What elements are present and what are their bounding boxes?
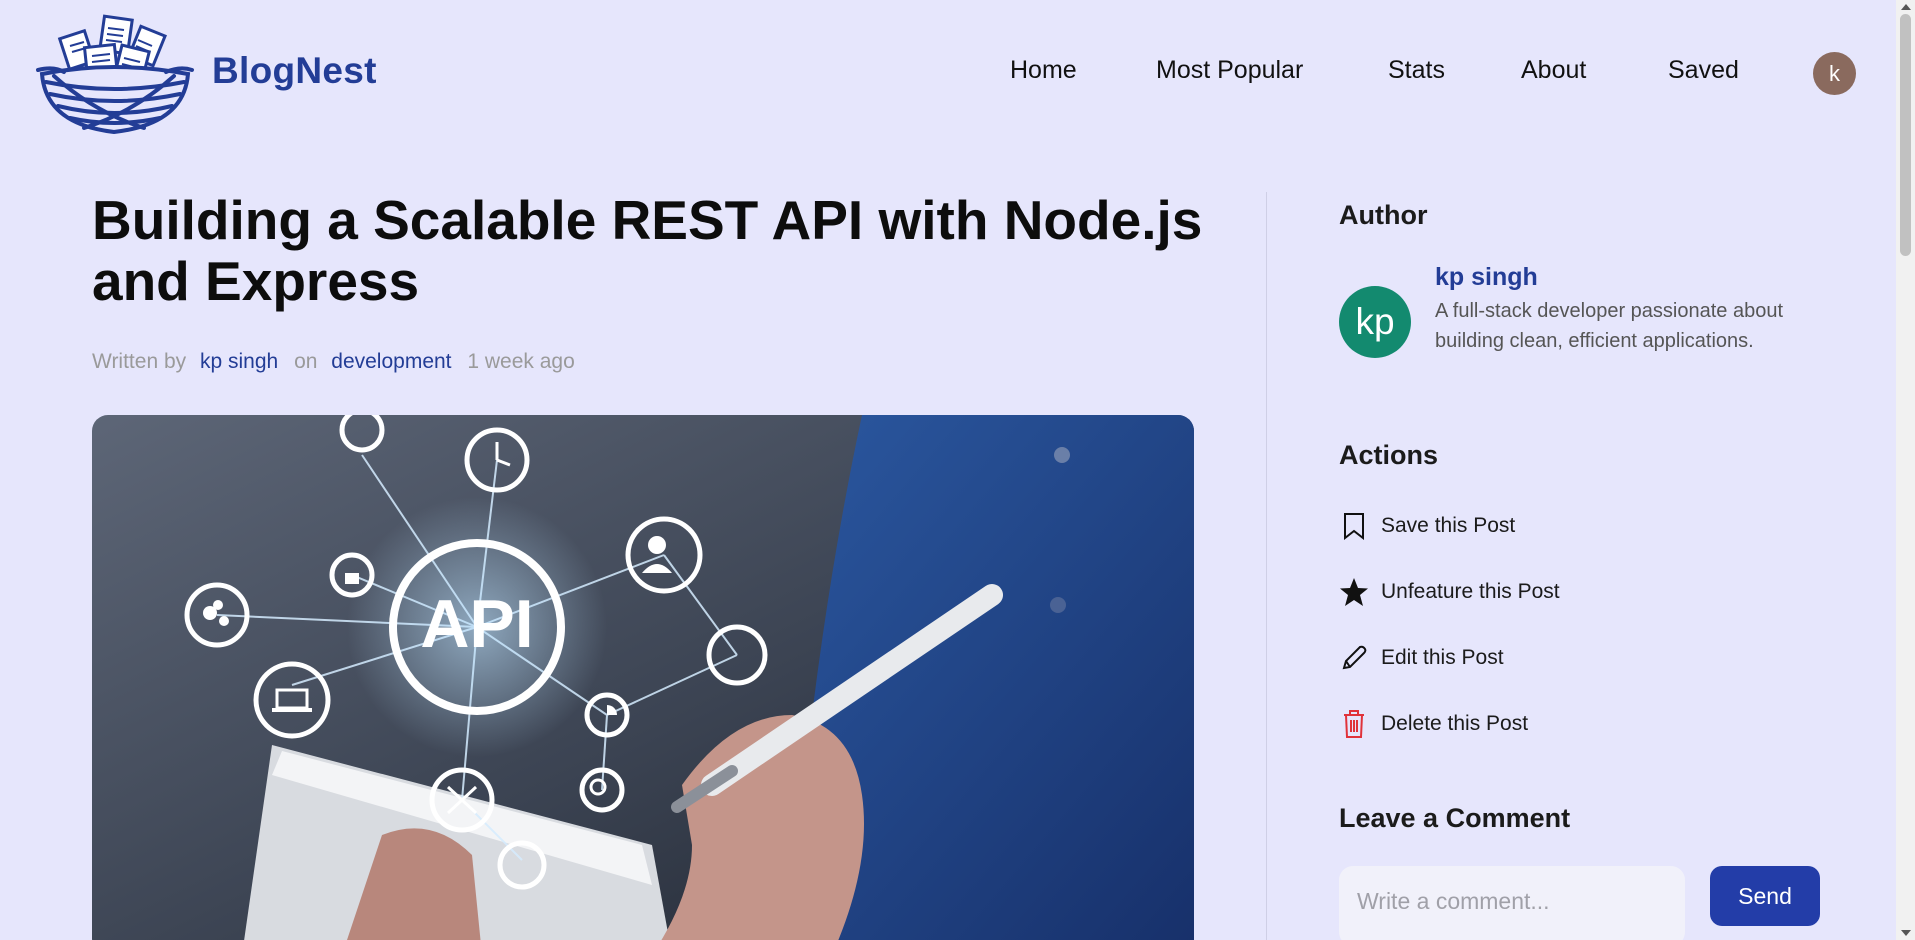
page-scrollbar[interactable]	[1896, 0, 1915, 940]
written-by-label: Written by	[92, 350, 187, 373]
hero-api-text: API	[420, 586, 533, 662]
scroll-thumb[interactable]	[1900, 14, 1911, 256]
author-name-link[interactable]: kp singh	[1435, 263, 1538, 292]
bookmark-icon	[1339, 511, 1369, 541]
post-meta: Written by kp singh on development 1 wee…	[92, 350, 583, 374]
actions-heading: Actions	[1339, 440, 1439, 470]
unfeature-post-label: Unfeature this Post	[1381, 580, 1560, 603]
nav-home[interactable]: Home	[1010, 56, 1077, 85]
scroll-up-arrow-icon[interactable]	[1901, 4, 1911, 10]
scroll-down-arrow-icon[interactable]	[1901, 930, 1911, 936]
trash-icon	[1339, 709, 1369, 739]
edit-post-button[interactable]: Edit this Post	[1339, 643, 1504, 673]
user-avatar[interactable]: k	[1813, 52, 1856, 95]
post-title: Building a Scalable REST API with Node.j…	[92, 189, 1203, 312]
post-author-link[interactable]: kp singh	[200, 350, 278, 373]
delete-post-button[interactable]: Delete this Post	[1339, 709, 1528, 739]
post-category-link[interactable]: development	[331, 350, 451, 373]
content-divider	[1266, 192, 1267, 940]
star-icon	[1339, 577, 1369, 607]
comment-input[interactable]	[1339, 866, 1685, 940]
nest-logo-icon	[36, 14, 194, 135]
nav-saved[interactable]: Saved	[1668, 56, 1739, 85]
on-label: on	[294, 350, 318, 373]
nav-about[interactable]: About	[1521, 56, 1586, 85]
send-comment-button[interactable]: Send	[1710, 866, 1820, 926]
api-illustration: API	[92, 415, 1194, 940]
logo[interactable]	[34, 12, 196, 138]
nav-stats[interactable]: Stats	[1388, 56, 1445, 85]
edit-post-label: Edit this Post	[1381, 646, 1504, 669]
comment-heading: Leave a Comment	[1339, 803, 1571, 833]
page: BlogNest Home Most Popular Stats About S…	[0, 0, 1915, 940]
post-time: 1 week ago	[467, 350, 575, 373]
nav-most-popular[interactable]: Most Popular	[1156, 56, 1303, 85]
author-heading: Author	[1339, 200, 1428, 230]
unfeature-post-button[interactable]: Unfeature this Post	[1339, 577, 1560, 607]
brand-name[interactable]: BlogNest	[212, 50, 377, 92]
save-post-label: Save this Post	[1381, 514, 1516, 537]
author-avatar[interactable]: kp	[1339, 286, 1411, 358]
delete-post-label: Delete this Post	[1381, 712, 1529, 735]
hero-image: API	[92, 415, 1194, 940]
author-bio: A full-stack developer passionate about …	[1435, 300, 1783, 352]
pencil-icon	[1339, 643, 1369, 673]
save-post-button[interactable]: Save this Post	[1339, 511, 1515, 541]
